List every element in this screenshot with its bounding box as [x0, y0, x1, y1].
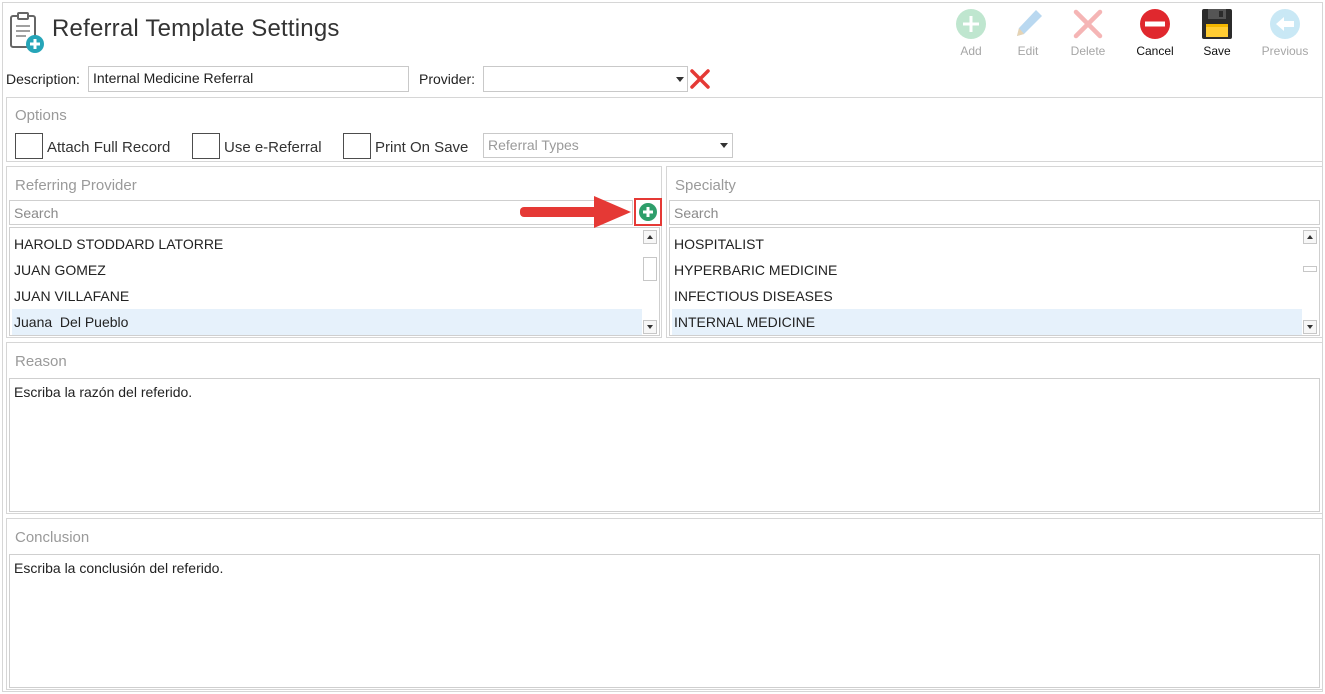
scrollbar-thumb[interactable] — [643, 257, 657, 281]
list-item[interactable]: JUAN GOMEZ — [14, 257, 642, 283]
attach-full-record-checkbox[interactable] — [15, 133, 43, 159]
arrow-left-icon — [1270, 9, 1300, 39]
provider-select[interactable] — [483, 66, 688, 92]
options-title: Options — [15, 107, 67, 124]
clear-provider-x-icon[interactable] — [689, 68, 711, 90]
previous-button[interactable]: Previous — [1255, 6, 1315, 62]
delete-button-label: Delete — [1070, 44, 1106, 58]
print-on-save-checkbox[interactable] — [343, 133, 371, 159]
list-item[interactable]: HOSPITALIST — [674, 231, 1302, 257]
reason-group: Reason Escriba la razón del referido. — [6, 342, 1323, 514]
reason-textarea[interactable]: Escriba la razón del referido. — [9, 378, 1320, 512]
scroll-up-button[interactable] — [643, 230, 657, 244]
reason-title: Reason — [15, 353, 67, 370]
list-item-selected[interactable]: Juana Del Pueblo — [12, 309, 642, 335]
edit-button-label: Edit — [1017, 44, 1039, 58]
red-arrow-annotation-icon — [520, 196, 631, 228]
add-button-label: Add — [960, 44, 982, 58]
conclusion-group: Conclusion Escriba la conclusión del ref… — [6, 518, 1323, 690]
use-ereferral-label: Use e-Referral — [224, 139, 322, 156]
chevron-down-icon — [720, 143, 728, 148]
delete-button[interactable]: Delete — [1058, 6, 1118, 62]
print-on-save-label: Print On Save — [375, 139, 469, 156]
list-item[interactable]: HYPERBARIC MEDICINE — [674, 257, 1302, 283]
specialty-group: Specialty Search HOSPITALIST HYPERBARIC … — [666, 166, 1323, 338]
options-group: Options Attach Full Record Use e-Referra… — [6, 97, 1323, 162]
floppy-disk-icon — [1202, 9, 1232, 39]
scroll-up-button[interactable] — [1303, 230, 1317, 244]
referral-types-placeholder: Referral Types — [488, 137, 579, 153]
pencil-icon — [1017, 10, 1042, 36]
use-ereferral-checkbox[interactable] — [192, 133, 220, 159]
save-button-label: Save — [1203, 44, 1231, 58]
conclusion-title: Conclusion — [15, 529, 90, 546]
toolbar: Add Edit Delete Cancel Save Previous — [941, 6, 1321, 62]
list-item[interactable]: HAROLD STODDARD LATORRE — [14, 231, 642, 257]
specialty-search-input[interactable]: Search — [669, 200, 1320, 225]
previous-button-label: Previous — [1261, 44, 1309, 58]
add-button[interactable]: Add — [941, 6, 1001, 62]
scroll-down-button[interactable] — [1303, 320, 1317, 334]
provider-label: Provider: — [419, 71, 476, 87]
list-item[interactable]: INFECTIOUS DISEASES — [674, 283, 1302, 309]
add-circle-icon — [956, 9, 986, 39]
conclusion-textarea[interactable]: Escriba la conclusión del referido. — [9, 554, 1320, 688]
specialty-title: Specialty — [675, 177, 736, 194]
list-item[interactable]: JUAN VILLAFANE — [14, 283, 642, 309]
attach-full-record-label: Attach Full Record — [47, 139, 171, 156]
referral-types-select[interactable]: Referral Types — [483, 133, 733, 158]
save-button[interactable]: Save — [1187, 6, 1247, 62]
specialty-list: HOSPITALIST HYPERBARIC MEDICINE INFECTIO… — [669, 227, 1320, 336]
scrollbar-thumb[interactable] — [1303, 266, 1317, 272]
page-title: Referral Template Settings — [52, 15, 340, 42]
referring-provider-group: Referring Provider Search HAROLD STODDAR… — [6, 166, 662, 338]
clipboard-add-icon — [10, 12, 44, 53]
referring-provider-title: Referring Provider — [15, 177, 137, 194]
add-referring-provider-button[interactable] — [634, 198, 662, 226]
list-item-selected[interactable]: INTERNAL MEDICINE — [672, 309, 1302, 335]
description-field[interactable]: Internal Medicine Referral — [88, 66, 409, 92]
chevron-down-icon — [676, 77, 684, 82]
delete-x-icon — [1073, 9, 1103, 39]
cancel-button-label: Cancel — [1136, 44, 1174, 58]
cancel-minus-icon — [1140, 9, 1170, 39]
description-label: Description: — [6, 71, 80, 87]
referring-provider-list: HAROLD STODDARD LATORRE JUAN GOMEZ JUAN … — [9, 227, 660, 336]
scroll-down-button[interactable] — [643, 320, 657, 334]
cancel-button[interactable]: Cancel — [1125, 6, 1185, 62]
edit-button[interactable]: Edit — [998, 6, 1058, 62]
